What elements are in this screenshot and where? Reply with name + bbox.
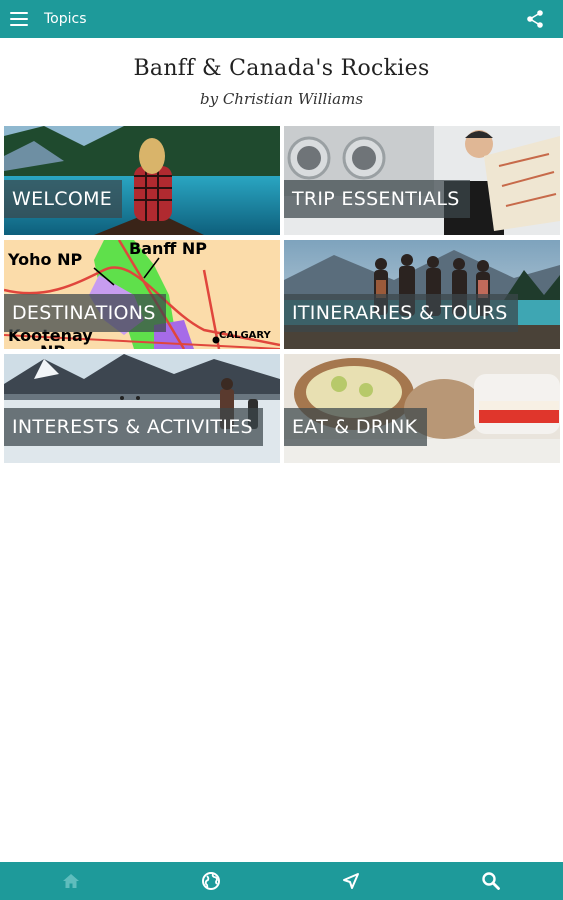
tile-label-trip-essentials: TRIP ESSENTIALS: [284, 180, 470, 218]
tile-label-itineraries-tours: ITINERARIES & TOURS: [284, 294, 518, 332]
topic-tile-itineraries-tours[interactable]: ITINERARIES & TOURS: [284, 240, 560, 349]
topic-tile-interests-activities[interactable]: INTERESTS & ACTIVITIES: [4, 354, 280, 463]
location-arrow-icon[interactable]: [341, 871, 361, 891]
globe-icon[interactable]: [201, 871, 221, 891]
menu-icon[interactable]: [10, 11, 28, 27]
map-label-banff: Banff NP: [129, 240, 207, 258]
search-icon[interactable]: [481, 871, 501, 891]
bottom-navigation: [0, 862, 563, 900]
tile-label-interests-activities: INTERESTS & ACTIVITIES: [4, 408, 263, 446]
map-label-yoho: Yoho NP: [7, 250, 82, 269]
map-label-calgary: CALGARY: [219, 330, 272, 341]
app-bar: Topics: [0, 0, 563, 38]
map-label-kootenay-np: NP: [40, 342, 65, 349]
book-title: Banff & Canada's Rockies: [133, 56, 430, 81]
share-icon[interactable]: [525, 9, 545, 29]
topic-tile-welcome[interactable]: WELCOME: [4, 126, 280, 235]
topic-tile-destinations[interactable]: Yoho NP Banff NP Kootenay NP CALGARY DES…: [4, 240, 280, 349]
book-header: Banff & Canada's Rockies by Christian Wi…: [0, 38, 563, 124]
app-bar-title: Topics: [44, 11, 87, 27]
topic-tile-eat-drink[interactable]: EAT & DRINK: [284, 354, 560, 463]
home-icon[interactable]: [61, 871, 81, 891]
tile-label-welcome: WELCOME: [4, 180, 123, 218]
topic-tile-trip-essentials[interactable]: TRIP ESSENTIALS: [284, 126, 560, 235]
book-author: by Christian Williams: [199, 90, 364, 108]
tile-label-destinations: DESTINATIONS: [4, 294, 166, 332]
tile-label-eat-drink: EAT & DRINK: [284, 408, 428, 446]
